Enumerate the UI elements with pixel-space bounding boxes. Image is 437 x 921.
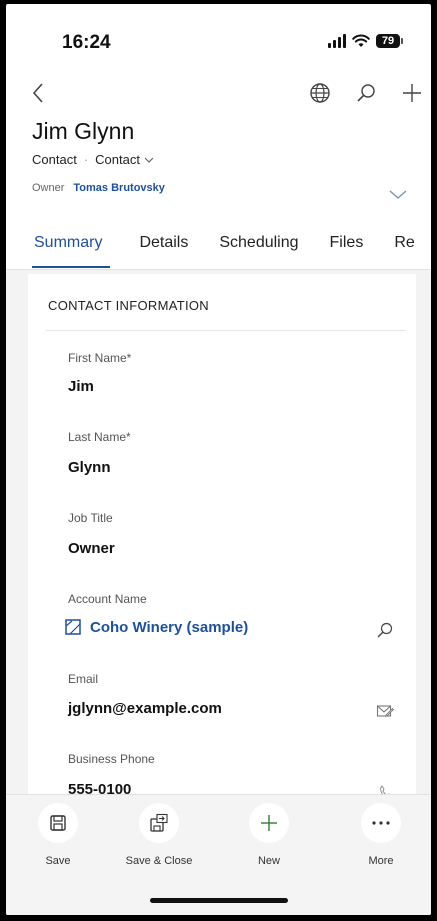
search-icon: [357, 84, 375, 102]
add-icon: [403, 84, 421, 102]
tab-details[interactable]: Details: [139, 228, 188, 258]
new-label: New: [257, 855, 280, 867]
entity-label: Contact: [32, 152, 77, 167]
command-bar: Save Save & Close New More: [6, 794, 431, 915]
save-icon-wrap: [38, 803, 78, 843]
divider: [46, 330, 406, 331]
tab-bar: Summary Details Scheduling Files Re: [6, 228, 431, 270]
home-indicator[interactable]: [150, 898, 288, 903]
first-name-field[interactable]: Jim: [68, 378, 94, 395]
search-button[interactable]: [349, 78, 383, 108]
save-close-label: Save & Close: [125, 855, 193, 867]
new-icon-wrap: [249, 803, 289, 843]
account-name-label: Account Name: [68, 592, 147, 606]
owner-link[interactable]: Tomas Brutovsky: [73, 182, 165, 194]
more-icon-wrap: [361, 803, 401, 843]
last-name-field[interactable]: Glynn: [68, 459, 111, 476]
email-compose-icon: [376, 705, 394, 717]
tab-scheduling[interactable]: Scheduling: [219, 228, 298, 258]
globe-button[interactable]: [303, 78, 337, 108]
add-button[interactable]: [395, 78, 429, 108]
chevron-down-icon: [389, 190, 407, 199]
job-title-label: Job Title: [68, 511, 113, 525]
save-close-icon-wrap: [139, 803, 179, 843]
owner-row: Owner Tomas Brutovsky: [32, 182, 165, 194]
job-title-field[interactable]: Owner: [68, 540, 115, 557]
status-icons: 79: [328, 34, 403, 48]
account-icon: [65, 619, 81, 635]
expand-header-button[interactable]: [387, 188, 409, 202]
email-label: Email: [68, 672, 99, 686]
separator: ·: [83, 152, 89, 167]
more-icon: [372, 821, 390, 825]
nav-bar: [6, 76, 431, 112]
signal-icon: [328, 34, 346, 48]
account-name-value: Coho Winery (sample): [90, 618, 249, 636]
more-button[interactable]: More: [341, 803, 421, 867]
app-screen: 16:24 79 Jim Glynn Contact · Contact Own…: [6, 4, 431, 915]
form-label: Contact: [95, 152, 140, 167]
contact-information-section: CONTACT INFORMATION First Name* Jim Last…: [28, 274, 416, 795]
add-icon: [261, 815, 277, 831]
battery-level: 79: [376, 34, 400, 48]
status-bar: 16:24 79: [6, 4, 431, 74]
status-time: 16:24: [62, 32, 111, 53]
back-button[interactable]: [26, 78, 50, 108]
globe-icon: [310, 83, 330, 103]
save-close-button[interactable]: Save & Close: [119, 803, 199, 867]
first-name-label: First Name*: [68, 351, 132, 365]
last-name-label: Last Name*: [68, 430, 131, 444]
save-icon: [50, 815, 66, 831]
chevron-down-icon: [144, 157, 154, 163]
nav-actions: [303, 78, 429, 108]
record-title: Jim Glynn: [32, 118, 135, 144]
form-selector[interactable]: Contact: [95, 152, 154, 167]
record-subtitle: Contact · Contact: [32, 152, 154, 167]
tab-files[interactable]: Files: [330, 228, 364, 258]
section-title: CONTACT INFORMATION: [48, 298, 209, 313]
battery-icon: 79: [376, 34, 403, 48]
owner-label: Owner: [32, 182, 65, 194]
account-lookup-button[interactable]: [374, 619, 396, 641]
tab-related[interactable]: Re: [394, 228, 414, 258]
back-icon: [32, 83, 43, 103]
save-button[interactable]: Save: [18, 803, 98, 867]
search-icon: [377, 622, 393, 638]
save-close-icon: [150, 813, 168, 832]
business-phone-label: Business Phone: [68, 752, 155, 766]
business-phone-field[interactable]: 555-0100: [68, 781, 131, 795]
call-button[interactable]: [374, 781, 396, 795]
new-button[interactable]: New: [229, 803, 309, 867]
send-email-button[interactable]: [374, 700, 396, 722]
email-field[interactable]: jglynn@example.com: [68, 700, 222, 717]
tab-summary[interactable]: Summary: [31, 228, 111, 268]
save-label: Save: [45, 855, 71, 867]
more-label: More: [368, 855, 394, 867]
wifi-icon: [352, 34, 370, 47]
account-name-link[interactable]: Coho Winery (sample): [64, 618, 248, 636]
